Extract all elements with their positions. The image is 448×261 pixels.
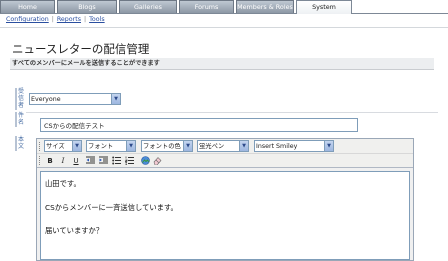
sub-navigation: Configuration | Reports | Tools: [6, 16, 105, 23]
row-divider: [26, 112, 438, 113]
subnav-divider: [0, 27, 448, 28]
newsletter-form: 受信者 Everyone ▼ 件名 本文 サイズ ▼ フォント ▼ フォントの色…: [10, 86, 438, 261]
editor-line: 届いていますか？: [45, 226, 104, 235]
subnav-separator: |: [84, 16, 87, 23]
editor-content-area[interactable]: 山田です。 CSからメンバーに一斉送信しています。 届いていますか？: [40, 171, 410, 260]
font-color-select[interactable]: フォントの色: [141, 140, 193, 152]
numbered-list-icon[interactable]: [124, 156, 134, 166]
tab-galleries[interactable]: Galleries: [119, 0, 177, 13]
tab-blogs[interactable]: Blogs: [57, 0, 117, 13]
toolbar-grip: [39, 142, 42, 151]
font-color-select-wrapper: フォントの色 ▼: [141, 140, 193, 152]
insert-smiley-select[interactable]: Insert Smiley: [254, 140, 334, 152]
editor-toolbar-formatting: B I U: [37, 154, 413, 168]
size-select-wrapper: サイズ ▼: [44, 140, 82, 152]
page-title: ニュースレターの配信管理: [12, 42, 150, 56]
rich-text-editor: サイズ ▼ フォント ▼ フォントの色 ▼ 蛍光ペン ▼ Insert Smil…: [36, 138, 414, 261]
font-family-select[interactable]: フォント: [86, 140, 136, 152]
subnav-tools-link[interactable]: Tools: [89, 16, 105, 23]
tab-members-roles[interactable]: Members & Roles: [236, 0, 294, 13]
highlighter-select[interactable]: 蛍光ペン: [197, 140, 249, 152]
smiley-select-wrapper: Insert Smiley ▼: [254, 140, 334, 152]
eraser-icon[interactable]: [152, 156, 162, 166]
tab-system[interactable]: System: [296, 0, 352, 14]
underline-button[interactable]: U: [71, 156, 81, 166]
subject-input[interactable]: [40, 118, 358, 132]
editor-toolbar-dropdowns: サイズ ▼ フォント ▼ フォントの色 ▼ 蛍光ペン ▼ Insert Smil…: [37, 139, 413, 154]
tab-home[interactable]: Home: [0, 0, 55, 13]
recipient-select-wrapper: Everyone ▼: [29, 93, 121, 105]
subnav-reports-link[interactable]: Reports: [57, 16, 81, 23]
subnav-configuration-link[interactable]: Configuration: [6, 16, 49, 23]
main-tab-bar: Home Blogs Galleries Forums Members & Ro…: [0, 0, 448, 14]
italic-button[interactable]: I: [58, 156, 68, 166]
page-description: すべてのメンバーにメールを送信することができます: [10, 58, 434, 70]
toolbar-grip: [39, 156, 42, 165]
bullet-list-icon[interactable]: [111, 156, 121, 166]
insert-image-icon[interactable]: [140, 156, 150, 166]
editor-line: CSからメンバーに一斉送信しています。: [45, 203, 178, 212]
body-label: 本文: [15, 136, 24, 151]
subnav-separator: |: [51, 16, 54, 23]
subject-label: 件名: [15, 112, 24, 127]
tab-forums[interactable]: Forums: [179, 0, 234, 13]
bold-button[interactable]: B: [45, 156, 55, 166]
recipient-label: 受信者: [15, 88, 24, 110]
recipient-select[interactable]: Everyone: [29, 93, 121, 105]
font-size-select[interactable]: サイズ: [44, 140, 82, 152]
font-select-wrapper: フォント ▼: [86, 140, 136, 152]
highlighter-select-wrapper: 蛍光ペン ▼: [197, 140, 249, 152]
tab-divider: [0, 13, 448, 14]
editor-line: 山田です。: [45, 179, 81, 188]
indent-icon[interactable]: [98, 156, 108, 166]
outdent-icon[interactable]: [85, 156, 95, 166]
